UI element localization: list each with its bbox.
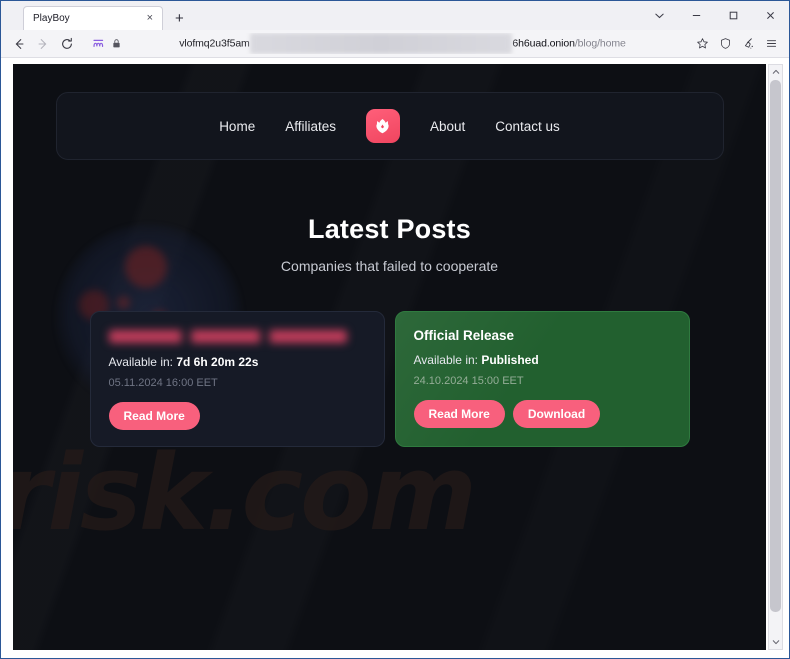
tab-strip: PlayBoy × + xyxy=(1,1,789,30)
blob-dot xyxy=(117,296,130,309)
url-text[interactable]: vlofmq2u3f5amxxxxxxxxxxxxxxxxxxxxxxxxxxx… xyxy=(128,32,677,54)
reload-button[interactable] xyxy=(56,33,78,55)
site-watermark: risk.com xyxy=(13,432,477,554)
nav-link-home[interactable]: Home xyxy=(219,119,255,134)
dark-web-page: risk.com Home Affiliates About Contact u… xyxy=(13,64,766,650)
tor-circuit-icon[interactable] xyxy=(92,37,105,50)
broom-icon[interactable] xyxy=(737,33,759,55)
vertical-scrollbar[interactable] xyxy=(768,64,783,650)
browser-window: PlayBoy × + vlofmq2u3f5am 6h6uad.onion/b… xyxy=(0,0,790,659)
read-more-button[interactable]: Read More xyxy=(413,400,505,428)
url-prefix: vlofmq2u3f5am xyxy=(179,37,250,50)
browser-toolbar: vlofmq2u3f5amxxxxxxxxxxxxxxxxxxxxxxxxxxx… xyxy=(1,30,789,58)
post-availability: Available in: Published xyxy=(414,353,671,367)
site-navigation: Home Affiliates About Contact us xyxy=(55,92,724,160)
post-card-buttons: Read More Download xyxy=(413,400,671,428)
url-redacted-segment: xxxxxxxxxxxxxxxxxxxxxxxxxxxxxxxxxxxxxxxx… xyxy=(249,32,513,54)
back-button[interactable] xyxy=(8,33,30,55)
scrollbar-thumb[interactable] xyxy=(770,80,781,612)
scroll-down-arrow-icon[interactable] xyxy=(769,635,782,649)
lock-icon[interactable] xyxy=(111,38,122,49)
maximize-button[interactable] xyxy=(715,1,752,30)
availability-label: Available in: xyxy=(108,355,174,369)
nav-link-about[interactable]: About xyxy=(430,119,465,134)
star-icon[interactable] xyxy=(691,33,713,55)
new-tab-button[interactable]: + xyxy=(175,11,184,26)
read-more-button[interactable]: Read More xyxy=(108,402,200,430)
availability-value: 7d 6h 20m 22s xyxy=(176,355,259,369)
close-window-button[interactable] xyxy=(752,1,789,30)
page-subtitle: Companies that failed to cooperate xyxy=(280,258,499,274)
post-date: 24.10.2024 15:00 EET xyxy=(413,375,524,387)
list-all-tabs-chevron-down-icon[interactable] xyxy=(641,1,678,30)
url-path: /blog/home xyxy=(574,37,626,50)
window-controls xyxy=(641,1,789,30)
tab-close-icon[interactable]: × xyxy=(144,13,156,24)
browser-tab[interactable]: PlayBoy × xyxy=(23,6,163,30)
scroll-up-arrow-icon[interactable] xyxy=(769,65,782,79)
post-title: Official Release xyxy=(413,328,515,343)
availability-value: Published xyxy=(481,353,539,367)
post-title-censored xyxy=(108,330,347,343)
tab-title: PlayBoy xyxy=(33,13,70,24)
post-card-countdown[interactable]: Available in: 7d 6h 20m 22s 05.11.2024 1… xyxy=(89,311,385,447)
page-frame: risk.com Home Affiliates About Contact u… xyxy=(13,64,766,650)
playboy-shield-logo[interactable] xyxy=(365,109,400,143)
shield-icon[interactable] xyxy=(714,33,736,55)
url-host: 6h6uad.onion xyxy=(512,37,575,50)
nav-link-contact-us[interactable]: Contact us xyxy=(495,119,560,134)
post-cards: Available in: 7d 6h 20m 22s 05.11.2024 1… xyxy=(13,311,766,447)
post-availability: Available in: 7d 6h 20m 22s xyxy=(109,355,366,369)
minimize-button[interactable] xyxy=(678,1,715,30)
download-button[interactable]: Download xyxy=(512,400,601,428)
post-date: 05.11.2024 16:00 EET xyxy=(108,377,218,389)
hamburger-menu-icon[interactable] xyxy=(760,33,782,55)
availability-label: Available in: xyxy=(413,353,479,367)
page-title: Latest Posts xyxy=(308,214,471,244)
post-card-buttons: Read More xyxy=(108,402,366,430)
forward-button[interactable] xyxy=(32,33,54,55)
browser-viewport: risk.com Home Affiliates About Contact u… xyxy=(1,58,789,658)
scrollbar-track[interactable] xyxy=(769,79,782,635)
nav-link-affiliates[interactable]: Affiliates xyxy=(285,119,336,134)
url-bar[interactable]: vlofmq2u3f5amxxxxxxxxxxxxxxxxxxxxxxxxxxx… xyxy=(84,32,685,54)
toolbar-right-icons xyxy=(691,33,782,55)
hero-section: Latest Posts Companies that failed to co… xyxy=(13,214,766,274)
post-card-published[interactable]: Official Release Available in: Published… xyxy=(394,311,690,447)
